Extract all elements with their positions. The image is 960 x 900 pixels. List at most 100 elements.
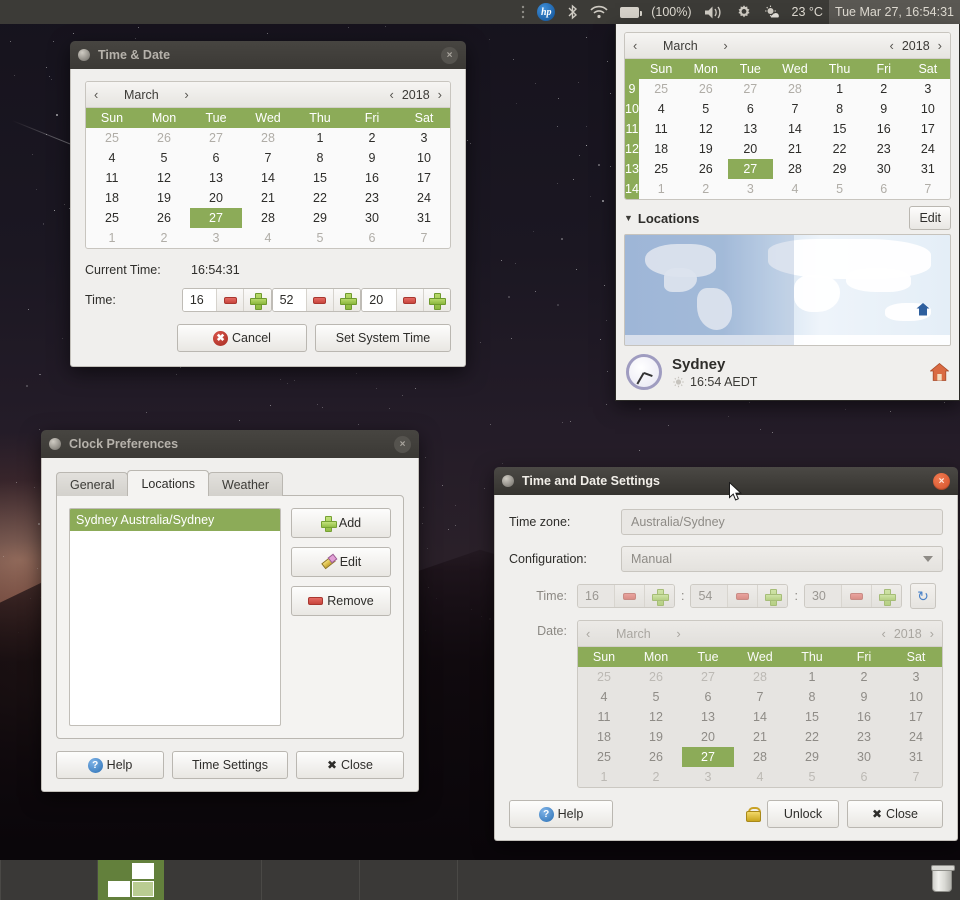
prev-year-button[interactable]: ‹ [888, 38, 896, 53]
hours-value[interactable]: 16 [182, 289, 217, 311]
clock-preferences-titlebar[interactable]: Clock Preferences × [41, 430, 419, 458]
hours-value[interactable]: 16 [578, 585, 614, 607]
calendar-day-cell[interactable]: 25 [86, 128, 138, 148]
help-button[interactable]: ? Help [56, 751, 165, 779]
next-month-button[interactable]: › [721, 38, 729, 53]
calendar-day-cell[interactable]: 27 [682, 667, 734, 687]
calendar-day-cell[interactable]: 11 [86, 168, 138, 188]
taskbar-slot-4[interactable] [360, 860, 458, 900]
calendar-day-cell[interactable]: 27 [190, 128, 242, 148]
workspace-cell-4[interactable] [132, 881, 154, 897]
calendar-day-cell[interactable]: 12 [138, 168, 190, 188]
calendar-day-cell[interactable]: 19 [630, 727, 682, 747]
calendar-day-cell[interactable]: 11 [578, 707, 630, 727]
calendar-day-cell[interactable]: 7 [773, 99, 818, 119]
calendar-day-cell[interactable]: 6 [838, 767, 890, 787]
add-location-button[interactable]: Add [291, 508, 391, 538]
seconds-decrement-button[interactable] [840, 585, 871, 607]
calendar-day-cell[interactable]: 24 [906, 139, 950, 159]
calendar-day-cell[interactable]: 17 [890, 707, 942, 727]
calendar-day-cell[interactable]: 13 [728, 119, 772, 139]
taskbar-slot-1[interactable] [0, 860, 98, 900]
calendar-day-cell[interactable]: 12 [683, 119, 728, 139]
seconds-increment-button[interactable] [422, 289, 450, 311]
next-year-button[interactable]: › [436, 87, 444, 102]
calendar-day-cell[interactable]: 4 [773, 179, 818, 199]
calendar-day-cell[interactable]: 28 [773, 79, 818, 99]
seconds-increment-button[interactable] [870, 585, 901, 607]
battery-icon[interactable] [614, 0, 645, 24]
prev-year-button[interactable]: ‹ [388, 87, 396, 102]
calendar-day-cell[interactable]: 4 [86, 148, 138, 168]
calendar-day-cell[interactable]: 25 [86, 208, 138, 228]
calendar-day-cell[interactable]: 27 [728, 79, 772, 99]
calendar-day-cell[interactable]: 20 [728, 139, 772, 159]
calendar-day-cell[interactable]: 17 [906, 119, 950, 139]
calendar-day-cell[interactable]: 8 [786, 687, 838, 707]
calendar-day-cell[interactable]: 20 [682, 727, 734, 747]
prev-year-button[interactable]: ‹ [880, 626, 888, 641]
world-map[interactable] [624, 234, 951, 346]
calendar-day-cell[interactable]: 24 [398, 188, 450, 208]
calendar-day-cell[interactable]: 25 [578, 667, 630, 687]
calendar-day-cell[interactable]: 2 [138, 228, 190, 248]
calendar-day-cell[interactable]: 16 [346, 168, 398, 188]
calendar-day-cell[interactable]: 26 [683, 159, 728, 179]
minutes-spinner[interactable]: 52 [271, 288, 362, 312]
calendar-day-cell[interactable]: 27 [728, 159, 773, 179]
taskbar-slot-3[interactable] [262, 860, 360, 900]
calendar-day-cell[interactable]: 19 [683, 139, 728, 159]
calendar-day-cell[interactable]: 5 [683, 99, 728, 119]
calendar-day-cell[interactable]: 18 [86, 188, 138, 208]
calendar-day-cell[interactable]: 7 [398, 228, 450, 248]
workspace-cell-1[interactable] [108, 863, 130, 879]
calendar-day-cell[interactable]: 3 [398, 128, 450, 148]
calendar-day-cell[interactable]: 1 [86, 228, 138, 248]
calendar-day-cell[interactable]: 23 [346, 188, 398, 208]
close-icon[interactable]: × [394, 435, 411, 453]
calendar-grid[interactable]: Sun Mon Tue Wed Thu Fri Sat 25 26 27 28 1 2 3 4 5 6 7 8 9 10… [578, 647, 942, 787]
calendar-day-cell[interactable]: 26 [630, 667, 682, 687]
calendar-day-cell[interactable]: 4 [734, 767, 786, 787]
tab-weather[interactable]: Weather [208, 472, 284, 496]
window-menu-icon[interactable] [49, 438, 61, 450]
volume-icon[interactable] [698, 0, 730, 24]
close-button[interactable]: ✖ Close [295, 751, 404, 779]
calendar-day-cell[interactable]: 6 [682, 687, 734, 707]
configuration-select[interactable]: Manual [621, 546, 943, 572]
help-button[interactable]: ? Help [509, 800, 613, 828]
calendar-day-cell[interactable]: 15 [294, 168, 346, 188]
calendar-day-cell[interactable]: 3 [190, 228, 242, 248]
locations-list[interactable]: Sydney Australia/Sydney [69, 508, 281, 726]
calendar-day-cell[interactable]: 31 [398, 208, 450, 228]
remove-location-button[interactable]: Remove [291, 586, 391, 616]
tab-general[interactable]: General [56, 472, 129, 496]
close-icon[interactable]: × [441, 46, 458, 64]
calendar-day-cell[interactable]: 3 [890, 667, 942, 687]
prev-month-button[interactable]: ‹ [631, 38, 639, 53]
calendar-day-cell[interactable]: 25 [639, 159, 684, 179]
seconds-spinner[interactable]: 30 [803, 584, 902, 608]
seconds-value[interactable]: 30 [804, 585, 841, 607]
close-button[interactable]: ✖ Close [847, 800, 943, 828]
minutes-spinner[interactable]: 54 [690, 584, 789, 608]
minutes-value[interactable]: 54 [691, 585, 728, 607]
calendar-grid[interactable]: Sun Mon Tue Wed Thu Fri Sat 25 26 27 28 1 2 3 4 5 6 7 8 9 10… [86, 108, 450, 248]
next-month-button[interactable]: › [182, 87, 190, 102]
calendar-day-cell[interactable]: 11 [639, 119, 684, 139]
settings-date-calendar[interactable]: ‹ March › ‹ 2018 › Sun Mon Tue Wed Thu Fri Sat… [577, 620, 943, 788]
hours-decrement-button[interactable] [216, 289, 244, 311]
tab-locations[interactable]: Locations [127, 470, 209, 496]
calendar-day-cell[interactable]: 2 [862, 79, 906, 99]
calendar-day-cell[interactable]: 6 [346, 228, 398, 248]
calendar-day-cell[interactable]: 6 [190, 148, 242, 168]
calendar-day-cell[interactable]: 1 [639, 179, 684, 199]
calendar-day-cell[interactable]: 30 [346, 208, 398, 228]
calendar-day-cell[interactable]: 25 [578, 747, 630, 767]
calendar-day-cell[interactable]: 17 [398, 168, 450, 188]
calendar-day-cell[interactable]: 26 [630, 747, 682, 767]
calendar-day-cell[interactable]: 10 [398, 148, 450, 168]
close-icon[interactable]: × [933, 472, 950, 490]
calendar-day-cell[interactable]: 6 [728, 99, 772, 119]
calendar-day-cell[interactable]: 29 [817, 159, 861, 179]
